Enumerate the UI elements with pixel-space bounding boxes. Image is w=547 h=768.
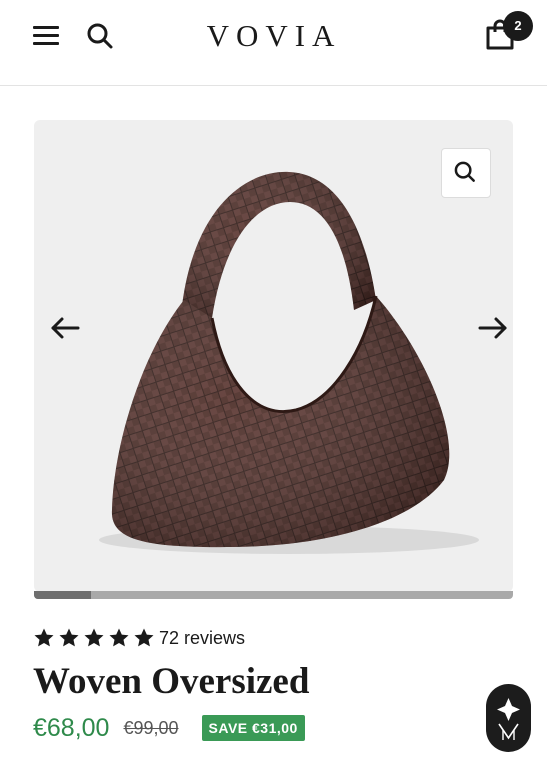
rating-stars bbox=[33, 627, 158, 649]
reviews-link[interactable]: 72 reviews bbox=[159, 628, 245, 649]
store-logo[interactable]: VOVIA bbox=[200, 14, 348, 58]
sale-price: €68,00 bbox=[33, 713, 110, 742]
star-icon bbox=[134, 628, 154, 647]
product-gallery[interactable] bbox=[34, 120, 513, 592]
gallery-progress-track bbox=[34, 591, 513, 599]
star-icon bbox=[34, 628, 54, 647]
compare-at-price: €99,00 bbox=[123, 717, 179, 738]
price-row: €68,00 €99,00 SAVE €31,00 bbox=[33, 711, 305, 745]
cart-count-badge[interactable]: 2 bbox=[503, 11, 533, 41]
arrow-left-icon[interactable] bbox=[48, 313, 84, 343]
arrow-right-icon[interactable] bbox=[474, 313, 510, 343]
chat-widget-button[interactable] bbox=[486, 684, 531, 752]
product-title: Woven Oversized bbox=[33, 661, 310, 702]
zoom-icon bbox=[454, 161, 475, 182]
search-icon[interactable] bbox=[86, 22, 114, 50]
zoom-button[interactable] bbox=[441, 148, 491, 198]
save-badge: SAVE €31,00 bbox=[201, 715, 305, 741]
site-header: VOVIA 2 bbox=[0, 0, 547, 86]
gallery-progress-fill bbox=[34, 591, 92, 599]
star-icon bbox=[109, 628, 129, 647]
brand-emblem-icon bbox=[497, 698, 520, 740]
star-icon bbox=[59, 628, 79, 647]
hamburger-menu-icon[interactable] bbox=[33, 24, 59, 46]
product-rating[interactable]: 72 reviews bbox=[33, 625, 245, 651]
star-icon bbox=[84, 628, 104, 647]
